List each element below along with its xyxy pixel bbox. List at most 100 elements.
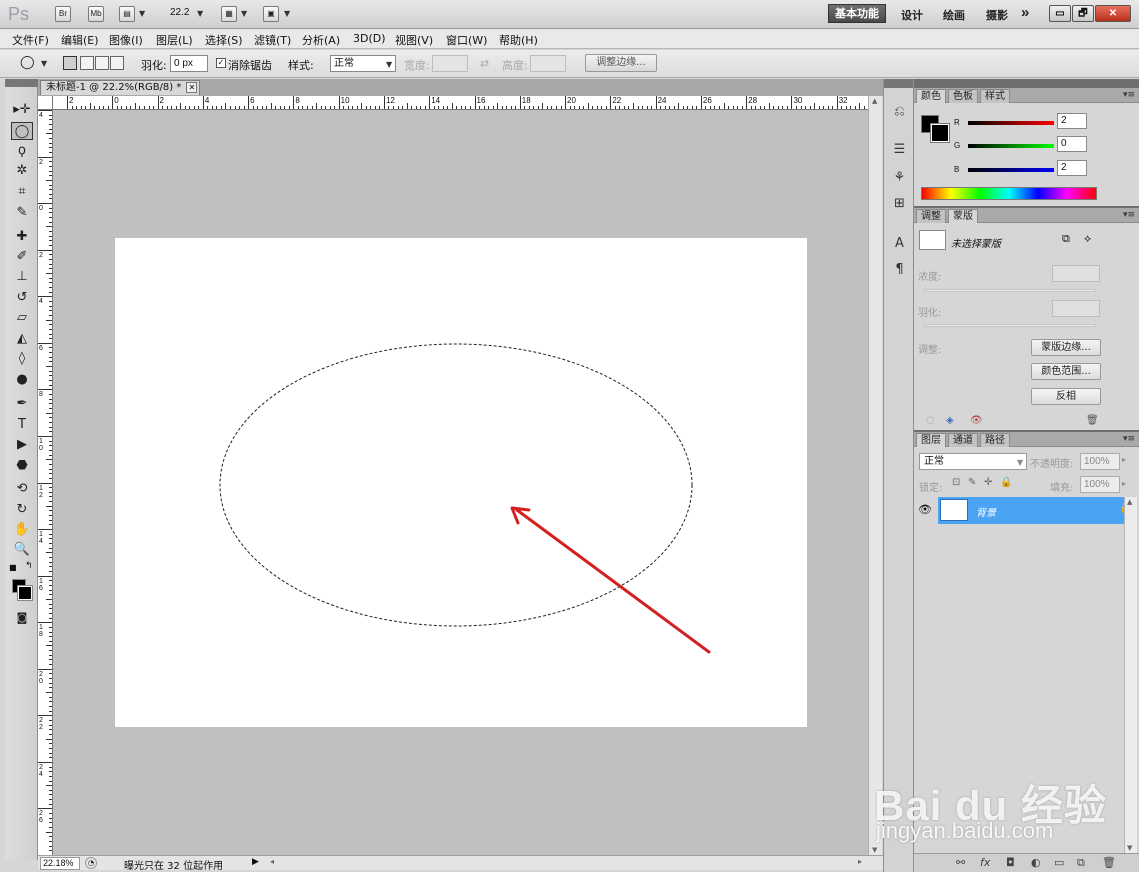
move-tool-icon[interactable]: ▸✛: [11, 101, 33, 119]
scroll-up-icon[interactable]: ▲: [872, 97, 877, 105]
antialias-checkbox[interactable]: ✓: [216, 58, 226, 68]
green-value-input[interactable]: 0: [1057, 136, 1087, 152]
intersect-selection-icon[interactable]: [110, 56, 124, 70]
new-selection-icon[interactable]: [63, 56, 77, 70]
color-range-button[interactable]: 颜色范围...: [1031, 363, 1101, 380]
scroll-left-icon[interactable]: ◂: [270, 857, 274, 866]
color-panel-background-swatch[interactable]: [930, 123, 950, 143]
hand-tool-icon[interactable]: ✋: [11, 521, 33, 539]
shape-tool-icon[interactable]: ⬣: [11, 457, 33, 475]
width-input[interactable]: [432, 55, 468, 72]
color-spectrum-bar[interactable]: [921, 187, 1097, 200]
menu-filter[interactable]: 滤镜(T): [254, 32, 291, 48]
link-layers-icon[interactable]: ⚯: [956, 856, 965, 869]
blur-tool-icon[interactable]: ◊: [11, 350, 33, 368]
elliptical-marquee-tool-icon[interactable]: ◯: [11, 122, 33, 140]
color-panel-menu-icon[interactable]: ▾≡: [1123, 90, 1135, 100]
clone-source-panel-icon[interactable]: ⚘: [891, 169, 908, 186]
status-menu-arrow-icon[interactable]: ▶: [252, 857, 259, 867]
screen-mode-button[interactable]: ▣: [263, 6, 279, 22]
default-colors-icon[interactable]: ■: [9, 563, 17, 572]
workspace-painting[interactable]: 绘画: [943, 7, 965, 23]
delete-layer-icon[interactable]: 🗑: [1102, 856, 1116, 869]
invert-button[interactable]: 反相: [1031, 388, 1101, 405]
maximize-button[interactable]: 🗗: [1072, 5, 1094, 22]
menu-analysis[interactable]: 分析(A): [302, 32, 340, 48]
swap-dimensions-icon[interactable]: ⇄: [480, 57, 489, 70]
clone-stamp-tool-icon[interactable]: ⊥: [11, 268, 33, 286]
tab-paths[interactable]: 路径: [980, 433, 1010, 447]
color-panel-header[interactable]: [914, 79, 1139, 88]
opacity-input[interactable]: 100%: [1080, 453, 1120, 470]
crop-tool-icon[interactable]: ⌗: [11, 183, 33, 201]
add-vector-mask-icon[interactable]: ⟡: [1084, 232, 1091, 246]
fill-slider-arrow-icon[interactable]: ▸: [1122, 479, 1126, 488]
workspace-essentials[interactable]: 基本功能: [828, 4, 886, 23]
masks-panel-menu-icon[interactable]: ▾≡: [1123, 210, 1135, 220]
brush-presets-panel-icon[interactable]: ☰: [891, 141, 908, 158]
menu-select[interactable]: 选择(S): [205, 32, 243, 48]
zoom-level-dropdown[interactable]: 22.2: [170, 7, 189, 18]
layer-visibility-eye-icon[interactable]: 👁: [918, 503, 932, 516]
more-workspaces-button[interactable]: »: [1021, 4, 1029, 21]
subtract-from-selection-icon[interactable]: [95, 56, 109, 70]
add-layer-mask-icon[interactable]: ◘: [1006, 856, 1015, 869]
quick-selection-tool-icon[interactable]: ✲: [11, 162, 33, 180]
tab-color[interactable]: 颜色: [916, 89, 946, 103]
tab-swatches[interactable]: 色板: [948, 89, 978, 103]
menu-layer[interactable]: 图层(L): [156, 32, 193, 48]
character-panel-icon[interactable]: A: [891, 235, 908, 252]
vertical-ruler[interactable]: 4 2 0 2 4 6 8 1 0 1 2 1 4 1 6 1 8 2 0 2 2 2 4 2 6: [38, 110, 53, 855]
paint-bucket-tool-icon[interactable]: ◭: [11, 330, 33, 348]
3d-orbit-tool-icon[interactable]: ↻: [11, 501, 33, 519]
screen-mode-dropdown-icon[interactable]: ▼: [284, 9, 290, 18]
mask-edge-button[interactable]: 蒙版边缘...: [1031, 339, 1101, 356]
load-selection-icon[interactable]: ◌: [926, 415, 935, 426]
menu-help[interactable]: 帮助(H): [499, 32, 538, 48]
menu-image[interactable]: 图像(I): [109, 32, 143, 48]
feather-input[interactable]: 0 px: [170, 55, 208, 72]
swap-colors-icon[interactable]: ↰: [25, 561, 33, 571]
layer-row-background[interactable]: 背景 🔒: [938, 497, 1134, 524]
red-slider[interactable]: [968, 121, 1054, 125]
brush-tool-icon[interactable]: ✐: [11, 248, 33, 266]
apply-mask-icon[interactable]: ◈: [946, 415, 954, 426]
lasso-tool-icon[interactable]: ϙ: [11, 142, 33, 160]
green-slider[interactable]: [968, 144, 1054, 148]
history-panel-icon[interactable]: ⎌: [891, 103, 908, 120]
3d-rotate-tool-icon[interactable]: ⟲: [11, 480, 33, 498]
pen-tool-icon[interactable]: ✒: [11, 395, 33, 413]
tools-panel-header[interactable]: [5, 79, 38, 87]
blue-value-input[interactable]: 2: [1057, 160, 1087, 176]
menu-file[interactable]: 文件(F): [12, 32, 49, 48]
layers-scroll-up-icon[interactable]: ▲: [1127, 498, 1132, 506]
workspace-photography[interactable]: 摄影: [986, 7, 1008, 23]
elliptical-marquee-preset-icon[interactable]: ◯: [20, 55, 35, 70]
tab-layers[interactable]: 图层: [916, 433, 946, 447]
toggle-mask-icon[interactable]: 👁: [970, 415, 983, 426]
status-info-icon[interactable]: ◔: [85, 857, 97, 869]
document-canvas[interactable]: [115, 238, 807, 727]
fill-input[interactable]: 100%: [1080, 476, 1120, 493]
status-zoom-field[interactable]: 22.18%: [40, 857, 80, 870]
history-brush-tool-icon[interactable]: ↺: [11, 289, 33, 307]
blend-mode-select[interactable]: 正常: [919, 453, 1027, 470]
tab-masks[interactable]: 蒙版: [948, 209, 978, 223]
dock-header[interactable]: [884, 79, 913, 88]
menu-edit[interactable]: 编辑(E): [61, 32, 99, 48]
density-slider[interactable]: [924, 289, 1096, 292]
zoom-tool-icon[interactable]: 🔍: [11, 541, 33, 559]
quick-mask-icon[interactable]: ◙: [11, 609, 33, 627]
tool-presets-panel-icon[interactable]: ⊞: [891, 195, 908, 212]
eyedropper-tool-icon[interactable]: ✎: [11, 204, 33, 222]
tab-channels[interactable]: 通道: [948, 433, 978, 447]
tab-styles[interactable]: 样式: [980, 89, 1010, 103]
mini-bridge-button[interactable]: Mb: [88, 6, 104, 22]
paragraph-panel-icon[interactable]: ¶: [891, 261, 908, 278]
healing-brush-tool-icon[interactable]: ✚: [11, 228, 33, 246]
opacity-slider-arrow-icon[interactable]: ▸: [1122, 455, 1126, 464]
delete-mask-icon[interactable]: 🗑: [1086, 415, 1099, 426]
tool-preset-dropdown-icon[interactable]: ▼: [41, 59, 47, 68]
mask-feather-slider[interactable]: [924, 324, 1096, 327]
lock-transparent-icon[interactable]: ⊡: [952, 477, 960, 488]
